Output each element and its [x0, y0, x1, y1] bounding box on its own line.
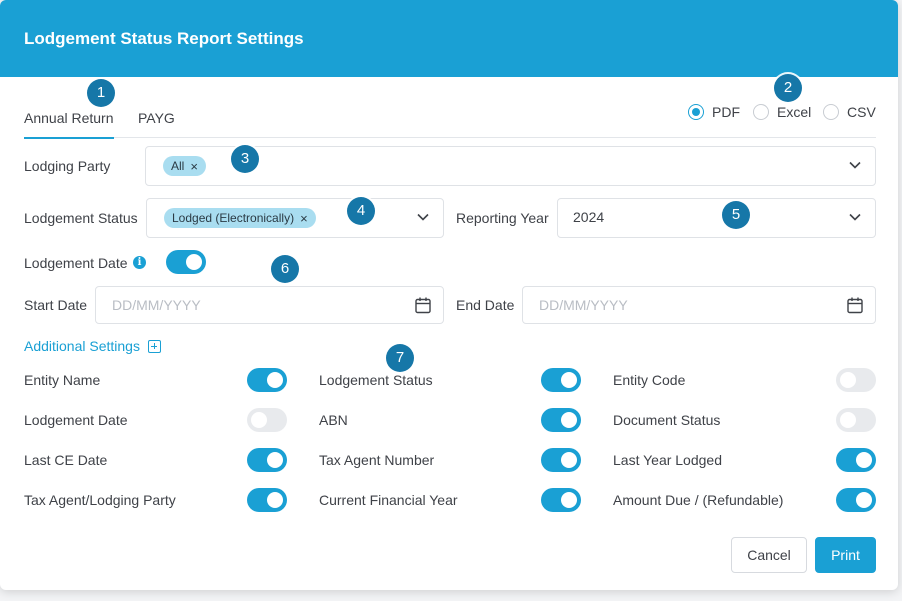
- setting-label: Entity Name: [24, 372, 101, 388]
- amount-due-toggle[interactable]: [836, 488, 876, 512]
- current-financial-year-toggle[interactable]: [541, 488, 581, 512]
- reporting-year-value: 2024: [573, 209, 605, 225]
- chip-label: All: [171, 159, 185, 173]
- annotation-marker: 3: [231, 145, 259, 173]
- additional-settings-link[interactable]: Additional Settings: [24, 338, 140, 354]
- reporting-year-label: Reporting Year: [456, 210, 549, 226]
- format-excel-radio[interactable]: Excel: [753, 104, 811, 120]
- start-date-placeholder: DD/MM/YYYY: [112, 297, 201, 313]
- setting-label: Last Year Lodged: [613, 452, 722, 468]
- setting-label: ABN: [319, 412, 348, 428]
- document-status-toggle[interactable]: [836, 408, 876, 432]
- lodgement-date-toggle[interactable]: [166, 250, 206, 274]
- setting-label: Last CE Date: [24, 452, 108, 468]
- tab-payg[interactable]: PAYG: [138, 110, 175, 126]
- format-pdf-label: PDF: [712, 104, 740, 120]
- setting-label: Amount Due / (Refundable): [613, 492, 784, 508]
- annotation-marker: 5: [722, 201, 750, 229]
- end-date-label: End Date: [456, 297, 515, 313]
- setting-label: Lodgement Status: [319, 372, 433, 388]
- chevron-down-icon: [417, 213, 429, 221]
- annotation-marker: 6: [271, 255, 299, 283]
- annotation-marker: 7: [386, 344, 414, 372]
- tax-agent-lodging-party-toggle[interactable]: [247, 488, 287, 512]
- setting-label: Entity Code: [613, 372, 686, 388]
- tax-agent-number-toggle[interactable]: [541, 448, 581, 472]
- setting-label: Tax Agent/Lodging Party: [24, 492, 176, 508]
- annotation-marker: 1: [87, 79, 115, 107]
- chip-label: Lodged (Electronically): [172, 211, 295, 225]
- format-pdf-radio[interactable]: PDF: [688, 104, 740, 120]
- chevron-down-icon: [849, 161, 861, 169]
- lodging-party-label: Lodging Party: [24, 158, 111, 174]
- setting-label: Tax Agent Number: [319, 452, 435, 468]
- lodgement-status-label: Lodgement Status: [24, 210, 138, 226]
- expand-plus-icon[interactable]: [148, 340, 161, 353]
- reporting-year-select[interactable]: 2024: [557, 198, 876, 238]
- last-year-lodged-toggle[interactable]: [836, 448, 876, 472]
- report-tabs: Annual Return PAYG: [24, 98, 876, 139]
- modal-title: Lodgement Status Report Settings: [24, 29, 304, 48]
- print-button[interactable]: Print: [815, 537, 876, 573]
- calendar-icon[interactable]: [415, 297, 431, 314]
- entity-name-toggle[interactable]: [247, 368, 287, 392]
- setting-label: Document Status: [613, 412, 721, 428]
- lodgement-status-column-toggle[interactable]: [541, 368, 581, 392]
- chip-remove-icon[interactable]: ×: [190, 160, 198, 173]
- format-csv-label: CSV: [847, 104, 876, 120]
- format-excel-label: Excel: [777, 104, 812, 120]
- start-date-input[interactable]: DD/MM/YYYY: [95, 286, 444, 324]
- last-ce-date-toggle[interactable]: [247, 448, 287, 472]
- cancel-button[interactable]: Cancel: [731, 537, 807, 573]
- annotation-marker: 2: [774, 74, 802, 102]
- format-csv-radio[interactable]: CSV: [823, 104, 876, 120]
- chip-remove-icon[interactable]: ×: [300, 212, 308, 225]
- calendar-icon[interactable]: [847, 297, 863, 314]
- lodging-party-chip: All ×: [163, 156, 206, 176]
- chevron-down-icon: [849, 213, 861, 221]
- annotation-marker: 4: [347, 197, 375, 225]
- lodgement-date-column-toggle[interactable]: [247, 408, 287, 432]
- lodgement-status-chip: Lodged (Electronically) ×: [164, 208, 316, 228]
- radio-unselected-icon: [753, 104, 769, 120]
- setting-label: Current Financial Year: [319, 492, 458, 508]
- start-date-label: Start Date: [24, 297, 88, 313]
- setting-label: Lodgement Date: [24, 412, 128, 428]
- abn-toggle[interactable]: [541, 408, 581, 432]
- entity-code-toggle[interactable]: [836, 368, 876, 392]
- lodgement-date-label: Lodgement Date: [24, 255, 128, 271]
- end-date-placeholder: DD/MM/YYYY: [539, 297, 628, 313]
- radio-selected-icon: [688, 104, 704, 120]
- radio-unselected-icon: [823, 104, 839, 120]
- report-settings-modal: Lodgement Status Report Settings Annual …: [0, 0, 898, 590]
- end-date-input[interactable]: DD/MM/YYYY: [522, 286, 876, 324]
- modal-header: Lodgement Status Report Settings: [0, 0, 898, 77]
- tab-annual-return[interactable]: Annual Return: [24, 110, 114, 139]
- lodgement-status-select[interactable]: Lodged (Electronically) ×: [146, 198, 444, 238]
- info-icon[interactable]: i: [133, 256, 146, 269]
